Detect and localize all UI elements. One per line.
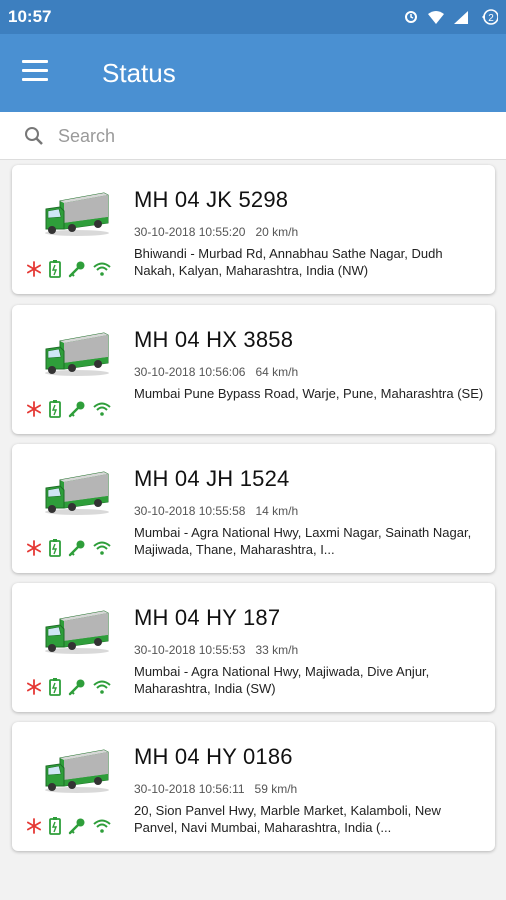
vehicle-card[interactable]: MH 04 JK 5298 30-10-2018 10:55:20 20 km/h B…	[12, 165, 495, 294]
signal-icon	[454, 10, 468, 24]
ignition-key-icon	[68, 261, 85, 278]
battery-status-icon	[49, 678, 61, 696]
vehicle-address: Bhiwandi - Murbad Rd, Annabhau Sathe Nag…	[134, 246, 443, 278]
vehicle-card[interactable]: MH 04 HY 187 30-10-2018 10:55:53 33 km/h Mu…	[12, 583, 495, 712]
truck-icon	[42, 466, 112, 521]
vehicle-status-icons	[26, 678, 111, 696]
vehicle-speed: 64 km/h	[255, 365, 299, 379]
vehicle-meta: 30-10-2018 10:56:11 59 km/h	[134, 782, 297, 796]
alarm-icon	[405, 11, 417, 23]
battery-status-icon	[49, 817, 61, 835]
clock: 10:57	[8, 7, 52, 26]
ignition-key-icon	[68, 401, 85, 418]
truck-icon	[42, 327, 112, 382]
last-update-time: 30-10-2018 10:55:58	[134, 504, 246, 518]
vehicle-speed: 59 km/h	[254, 782, 298, 796]
vehicle-plate: MH 04 HY 187	[134, 605, 281, 630]
vehicle-address: Mumbai - Agra National Hwy, Laxmi Nagar,…	[134, 525, 472, 557]
search-input[interactable]	[58, 122, 478, 150]
vehicle-list: MH 04 JK 5298 30-10-2018 10:55:20 20 km/h B…	[0, 160, 506, 900]
ignition-key-icon	[68, 818, 85, 835]
snowflake-icon	[26, 679, 42, 695]
wifi-icon	[428, 10, 444, 24]
vehicle-status-icons	[26, 817, 111, 835]
vehicle-address: 20, Sion Panvel Hwy, Marble Market, Kala…	[134, 803, 441, 835]
vehicle-plate: MH 04 JH 1524	[134, 466, 290, 491]
vehicle-status-icons	[26, 260, 111, 278]
gps-signal-icon	[93, 402, 111, 416]
gps-signal-icon	[93, 680, 111, 694]
gps-signal-icon	[93, 541, 111, 555]
vehicle-status-icons	[26, 400, 111, 418]
page-title: Status	[102, 58, 176, 88]
vehicle-meta: 30-10-2018 10:55:53 33 km/h	[134, 643, 298, 657]
battery-status-icon	[49, 400, 61, 418]
snowflake-icon	[26, 540, 42, 556]
vehicle-card[interactable]: MH 04 JH 1524 30-10-2018 10:55:58 14 km/h M…	[12, 444, 495, 573]
vehicle-speed: 20 km/h	[255, 225, 299, 239]
system-icons: 2	[404, 8, 498, 26]
vehicle-address: Mumbai - Agra National Hwy, Majiwada, Di…	[134, 664, 430, 696]
snowflake-icon	[26, 401, 42, 417]
vehicle-meta: 30-10-2018 10:56:06 64 km/h	[134, 365, 298, 379]
truck-icon	[42, 744, 112, 799]
vehicle-status-icons	[26, 539, 111, 557]
vehicle-plate: MH 04 HY 0186	[134, 744, 293, 769]
truck-icon	[42, 187, 112, 242]
search-icon	[25, 127, 43, 145]
ignition-key-icon	[68, 540, 85, 557]
battery-status-icon	[49, 260, 61, 278]
vehicle-card[interactable]: MH 04 HX 3858 30-10-2018 10:56:06 64 km/h M…	[12, 305, 495, 434]
vehicle-address: Mumbai Pune Bypass Road, Warje, Pune, Ma…	[134, 386, 484, 401]
vehicle-meta: 30-10-2018 10:55:20 20 km/h	[134, 225, 298, 239]
vehicle-meta: 30-10-2018 10:55:58 14 km/h	[134, 504, 298, 518]
vehicle-speed: 33 km/h	[255, 643, 299, 657]
battery-status-icon	[49, 539, 61, 557]
app-toolbar: Status	[0, 34, 506, 112]
system-status-bar: 10:57 2	[0, 0, 506, 34]
ignition-key-icon	[68, 679, 85, 696]
last-update-time: 30-10-2018 10:55:20	[134, 225, 246, 239]
vehicle-plate: MH 04 JK 5298	[134, 187, 289, 212]
last-update-time: 30-10-2018 10:55:53	[134, 643, 246, 657]
last-update-time: 30-10-2018 10:56:11	[134, 782, 245, 796]
vehicle-card[interactable]: MH 04 HY 0186 30-10-2018 10:56:11 59 km/h 2…	[12, 722, 495, 851]
vehicle-plate: MH 04 HX 3858	[134, 327, 294, 352]
search-bar	[0, 112, 506, 160]
svg-text:2: 2	[488, 13, 494, 24]
last-update-time: 30-10-2018 10:56:06	[134, 365, 246, 379]
hamburger-menu-icon[interactable]	[22, 60, 58, 86]
snowflake-icon	[26, 261, 42, 277]
truck-icon	[42, 605, 112, 660]
vehicle-speed: 14 km/h	[255, 504, 299, 518]
battery-icon: 2	[482, 9, 498, 25]
snowflake-icon	[26, 818, 42, 834]
gps-signal-icon	[93, 262, 111, 276]
gps-signal-icon	[93, 819, 111, 833]
